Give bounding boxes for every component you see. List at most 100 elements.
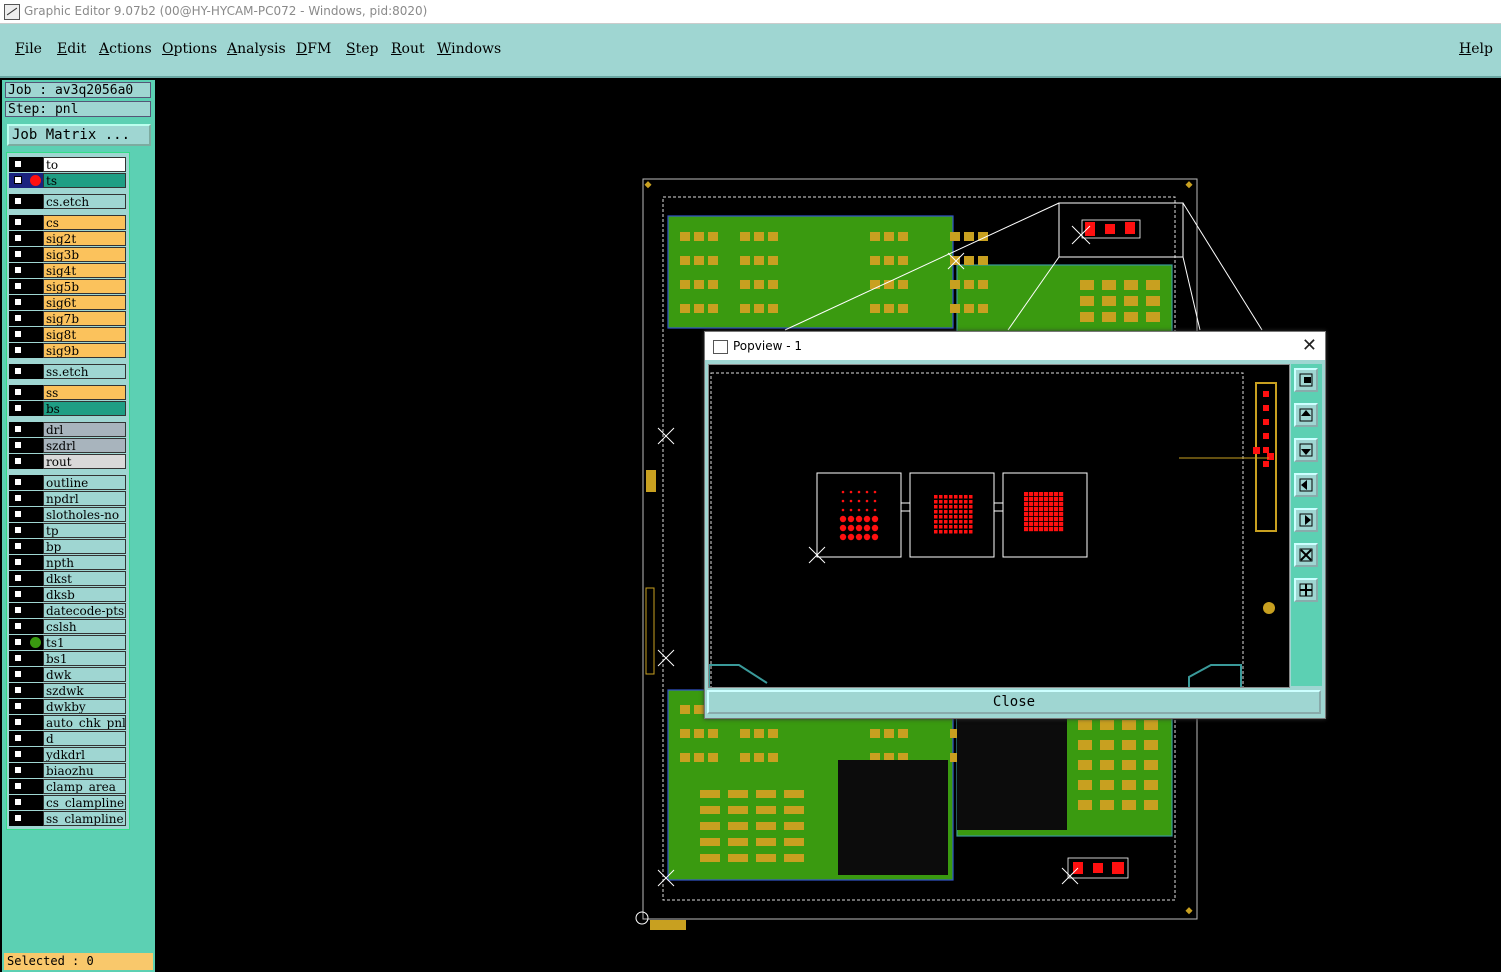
layer-row-drl[interactable]: drl (9, 422, 129, 437)
layer-checkbox[interactable] (14, 404, 22, 412)
layer-row-dwk[interactable]: dwk (9, 667, 129, 682)
layer-row-ss-etch[interactable]: ss.etch (9, 364, 129, 379)
layer-checkbox[interactable] (14, 441, 22, 449)
layer-row-cs-etch[interactable]: cs.etch (9, 194, 129, 209)
menu-rout[interactable]: Rout (391, 41, 425, 57)
job-matrix-button[interactable]: Job Matrix ... (7, 124, 151, 146)
menu-windows[interactable]: Windows (437, 41, 501, 57)
layer-row-dwkby[interactable]: dwkby (9, 699, 129, 714)
layer-row-szdwk[interactable]: szdwk (9, 683, 129, 698)
layer-row-npdrl[interactable]: npdrl (9, 491, 129, 506)
layer-checkbox[interactable] (14, 814, 22, 822)
close-button[interactable]: Close (707, 690, 1321, 714)
layer-row-sig8t[interactable]: sig8t (9, 327, 129, 342)
layer-row-szdrl[interactable]: szdrl (9, 438, 129, 453)
pan-left-icon[interactable] (1294, 473, 1318, 497)
layer-checkbox[interactable] (14, 638, 22, 646)
layer-row-npth[interactable]: npth (9, 555, 129, 570)
layer-checkbox[interactable] (14, 702, 22, 710)
zoom-in-icon[interactable] (1294, 543, 1318, 567)
layer-checkbox[interactable] (14, 574, 22, 582)
layer-row-sig2t[interactable]: sig2t (9, 231, 129, 246)
layer-checkbox[interactable] (14, 388, 22, 396)
layer-checkbox[interactable] (14, 298, 22, 306)
layer-checkbox[interactable] (14, 250, 22, 258)
layer-checkbox[interactable] (14, 218, 22, 226)
menu-options[interactable]: Options (162, 41, 217, 57)
layer-checkbox[interactable] (14, 670, 22, 678)
close-icon[interactable]: ✕ (1302, 335, 1317, 356)
layer-row-d[interactable]: d (9, 731, 129, 746)
layer-checkbox[interactable] (14, 160, 22, 168)
layer-row-ts[interactable]: ts (9, 173, 129, 188)
pan-up-icon[interactable] (1294, 403, 1318, 427)
layer-checkbox[interactable] (14, 542, 22, 550)
layer-row-cs-clampline[interactable]: cs_clampline (9, 795, 129, 810)
layer-checkbox[interactable] (14, 622, 22, 630)
layer-row-bp[interactable]: bp (9, 539, 129, 554)
layer-checkbox[interactable] (14, 197, 22, 205)
layer-row-sig5b[interactable]: sig5b (9, 279, 129, 294)
layer-checkbox[interactable] (14, 457, 22, 465)
layer-row-biaozhu[interactable]: biaozhu (9, 763, 129, 778)
layer-row-slotholes-no[interactable]: slotholes-no (9, 507, 129, 522)
zoom-out-icon[interactable] (1294, 578, 1318, 602)
layer-checkbox[interactable] (14, 590, 22, 598)
layer-checkbox[interactable] (14, 718, 22, 726)
layer-row-cslsh[interactable]: cslsh (9, 619, 129, 634)
zoom-fit-icon[interactable] (1294, 368, 1318, 392)
menu-step[interactable]: Step (346, 41, 378, 57)
layer-checkbox[interactable] (14, 494, 22, 502)
layer-row-ydkdrl[interactable]: ydkdrl (9, 747, 129, 762)
menu-help[interactable]: Help (1459, 41, 1493, 57)
layer-checkbox[interactable] (14, 526, 22, 534)
menu-edit[interactable]: Edit (57, 41, 86, 57)
layer-row-datecode-pts[interactable]: datecode-pts (9, 603, 129, 618)
layer-row-tp[interactable]: tp (9, 523, 129, 538)
layer-checkbox[interactable] (14, 266, 22, 274)
menu-analysis[interactable]: Analysis (227, 41, 286, 57)
layer-row-auto-chk-pnl[interactable]: auto_chk_pnl (9, 715, 129, 730)
layer-row-to[interactable]: to (9, 157, 129, 172)
layer-row-ss[interactable]: ss (9, 385, 129, 400)
layer-checkbox[interactable] (14, 750, 22, 758)
layer-checkbox[interactable] (14, 782, 22, 790)
layer-row-sig3b[interactable]: sig3b (9, 247, 129, 262)
menu-file[interactable]: File (15, 41, 42, 57)
layer-checkbox[interactable] (14, 367, 22, 375)
layer-checkbox[interactable] (14, 478, 22, 486)
layer-checkbox[interactable] (14, 346, 22, 354)
pan-right-icon[interactable] (1294, 508, 1318, 532)
layer-row-bs[interactable]: bs (9, 401, 129, 416)
layer-row-sig7b[interactable]: sig7b (9, 311, 129, 326)
layer-row-rout[interactable]: rout (9, 454, 129, 469)
layer-checkbox[interactable] (14, 734, 22, 742)
layer-row-outline[interactable]: outline (9, 475, 129, 490)
layer-checkbox[interactable] (14, 798, 22, 806)
layer-checkbox[interactable] (14, 766, 22, 774)
layer-row-clamp-area[interactable]: clamp_area (9, 779, 129, 794)
layer-row-sig4t[interactable]: sig4t (9, 263, 129, 278)
layer-checkbox[interactable] (14, 176, 22, 184)
layer-row-dkst[interactable]: dkst (9, 571, 129, 586)
layer-checkbox[interactable] (14, 314, 22, 322)
layer-checkbox[interactable] (14, 686, 22, 694)
layer-checkbox[interactable] (14, 282, 22, 290)
layer-checkbox[interactable] (14, 654, 22, 662)
layer-row-ss-clampline[interactable]: ss_clampline (9, 811, 129, 826)
layer-checkbox[interactable] (14, 234, 22, 242)
pan-down-icon[interactable] (1294, 438, 1318, 462)
layer-row-sig6t[interactable]: sig6t (9, 295, 129, 310)
layer-row-cs[interactable]: cs (9, 215, 129, 230)
layer-row-ts1[interactable]: ts1 (9, 635, 129, 650)
layer-checkbox[interactable] (14, 606, 22, 614)
popview-canvas[interactable] (708, 364, 1290, 688)
layer-row-dksb[interactable]: dksb (9, 587, 129, 602)
layer-row-sig9b[interactable]: sig9b (9, 343, 129, 358)
layer-checkbox[interactable] (14, 330, 22, 338)
menu-dfm[interactable]: DFM (296, 41, 331, 57)
layer-checkbox[interactable] (14, 425, 22, 433)
layer-checkbox[interactable] (14, 558, 22, 566)
menu-actions[interactable]: Actions (99, 41, 152, 57)
layer-row-bs1[interactable]: bs1 (9, 651, 129, 666)
